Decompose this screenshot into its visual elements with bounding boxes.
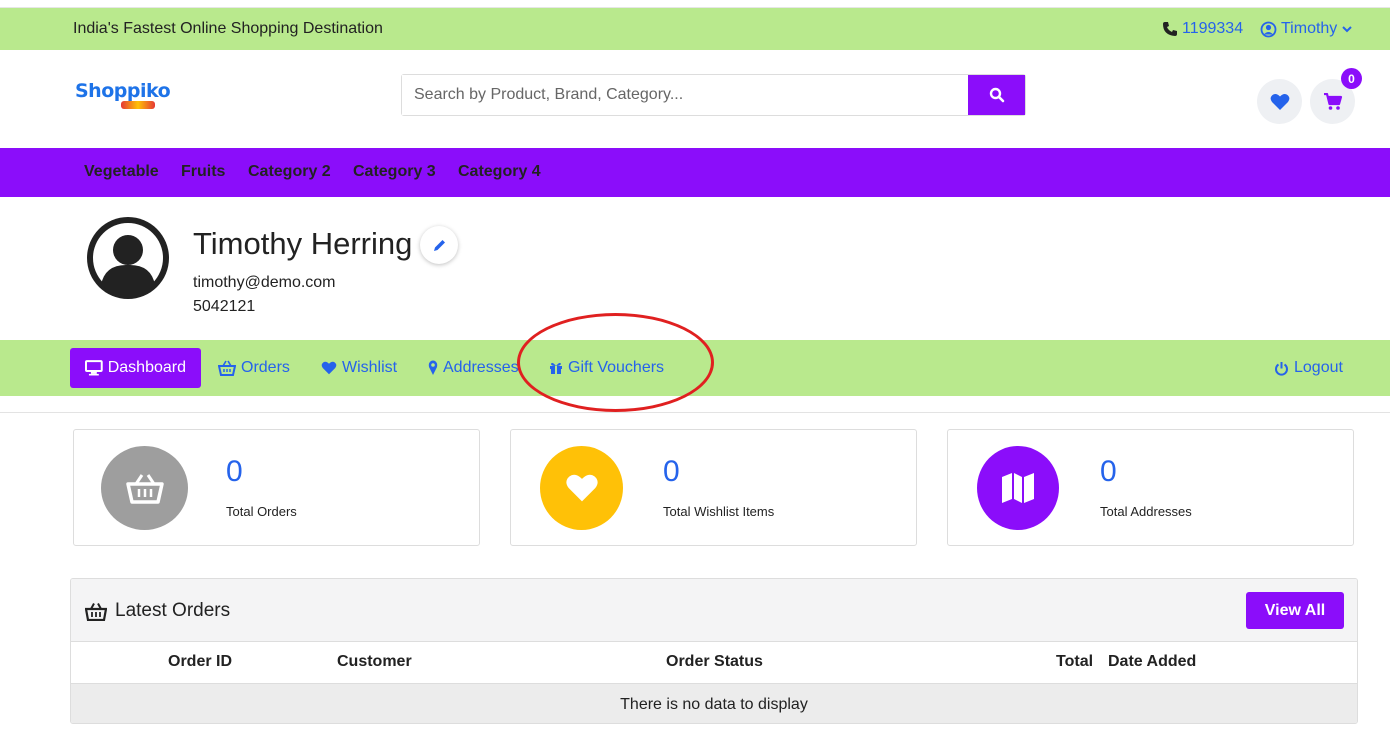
tab-dashboard-label: Dashboard <box>107 359 186 376</box>
column-date-added[interactable]: Date Added <box>1108 653 1196 671</box>
tagline: India's Fastest Online Shopping Destinat… <box>73 20 383 37</box>
stat-orders-label: Total Orders <box>226 504 297 519</box>
latest-orders-header: Latest Orders View All <box>71 579 1357 642</box>
user-menu[interactable]: Timothy <box>1260 20 1353 38</box>
tab-gift-vouchers-label: Gift Vouchers <box>568 359 665 376</box>
map-marker-icon <box>428 360 438 375</box>
chevron-down-icon <box>1342 26 1353 33</box>
tab-gift-vouchers[interactable]: Gift Vouchers <box>534 348 679 388</box>
search-bar <box>401 74 1026 116</box>
column-order-status[interactable]: Order Status <box>666 653 763 671</box>
stat-addresses-value: 0 <box>1100 455 1117 488</box>
site-logo[interactable]: Shoppiko <box>75 80 171 109</box>
logo-underline <box>121 101 155 109</box>
category-2[interactable]: Category 2 <box>248 163 331 181</box>
stat-wishlist-label: Total Wishlist Items <box>663 504 775 519</box>
search-input[interactable] <box>402 75 968 115</box>
empty-message: There is no data to display <box>620 696 808 713</box>
stat-wishlist-badge <box>540 446 623 530</box>
category-4[interactable]: Category 4 <box>458 163 541 181</box>
account-nav: Dashboard Orders Wishlist Addresses Gift… <box>0 340 1390 396</box>
phone-number: 1199334 <box>1182 20 1244 37</box>
category-vegetable[interactable]: Vegetable <box>84 163 159 181</box>
phone-icon <box>1163 22 1177 36</box>
logo-text: Shoppiko <box>75 80 171 102</box>
search-button[interactable] <box>968 75 1025 115</box>
view-all-button[interactable]: View All <box>1246 592 1344 629</box>
profile-email: timothy@demo.com <box>193 274 336 291</box>
tab-dashboard[interactable]: Dashboard <box>70 348 201 388</box>
category-3[interactable]: Category 3 <box>353 163 436 181</box>
tab-wishlist-label: Wishlist <box>342 359 398 376</box>
header: Shoppiko <box>0 50 1390 148</box>
latest-orders-panel: Latest Orders View All Order ID Customer… <box>70 578 1358 724</box>
basket-icon <box>85 602 107 621</box>
category-fruits[interactable]: Fruits <box>181 163 225 181</box>
pencil-icon <box>433 239 445 251</box>
empty-row: There is no data to display <box>71 683 1357 723</box>
tab-addresses-label: Addresses <box>443 359 519 376</box>
stat-card-wishlist: 0 Total Wishlist Items <box>510 429 917 546</box>
stat-card-orders: 0 Total Orders <box>73 429 480 546</box>
phone-link[interactable]: 1199334 <box>1162 20 1243 38</box>
profile-phone: 5042121 <box>193 298 256 315</box>
top-bar: India's Fastest Online Shopping Destinat… <box>0 8 1390 50</box>
avatar <box>87 217 169 299</box>
latest-orders-title: Latest Orders <box>85 600 230 622</box>
cart-icon <box>1323 92 1342 110</box>
tab-orders-label: Orders <box>241 359 290 376</box>
stat-addresses-label: Total Addresses <box>1100 504 1192 519</box>
cart-count-badge: 0 <box>1341 68 1362 89</box>
desktop-icon <box>85 360 103 376</box>
basket-icon <box>125 474 164 504</box>
logout-label: Logout <box>1294 359 1343 376</box>
user-name: Timothy <box>1281 20 1338 37</box>
heart-icon <box>1270 93 1289 110</box>
stat-orders-badge <box>101 446 188 530</box>
divider <box>0 412 1390 413</box>
basket-icon <box>218 360 236 376</box>
column-order-id[interactable]: Order ID <box>168 653 232 671</box>
tab-addresses[interactable]: Addresses <box>413 348 534 388</box>
latest-orders-title-text: Latest Orders <box>115 600 231 621</box>
tab-orders[interactable]: Orders <box>203 348 305 388</box>
heart-icon <box>321 361 337 375</box>
column-customer[interactable]: Customer <box>337 653 412 671</box>
search-icon <box>989 87 1004 103</box>
stat-card-addresses: 0 Total Addresses <box>947 429 1354 546</box>
wishlist-button[interactable] <box>1257 79 1302 124</box>
gift-icon <box>550 362 562 374</box>
logout-button[interactable]: Logout <box>1259 348 1358 388</box>
category-nav: Vegetable Fruits Category 2 Category 3 C… <box>0 148 1390 197</box>
profile-name: Timothy Herring <box>193 226 413 261</box>
user-avatar-icon <box>93 223 163 295</box>
tab-wishlist[interactable]: Wishlist <box>306 348 412 388</box>
column-total[interactable]: Total <box>1056 653 1093 671</box>
top-strip <box>0 0 1390 8</box>
stat-addresses-badge <box>977 446 1059 530</box>
stat-orders-value: 0 <box>226 455 243 488</box>
power-icon <box>1275 361 1288 376</box>
heart-icon <box>565 474 598 502</box>
stat-wishlist-value: 0 <box>663 455 680 488</box>
edit-profile-button[interactable] <box>420 226 458 264</box>
user-circle-icon <box>1260 21 1277 37</box>
map-icon <box>1002 473 1034 503</box>
